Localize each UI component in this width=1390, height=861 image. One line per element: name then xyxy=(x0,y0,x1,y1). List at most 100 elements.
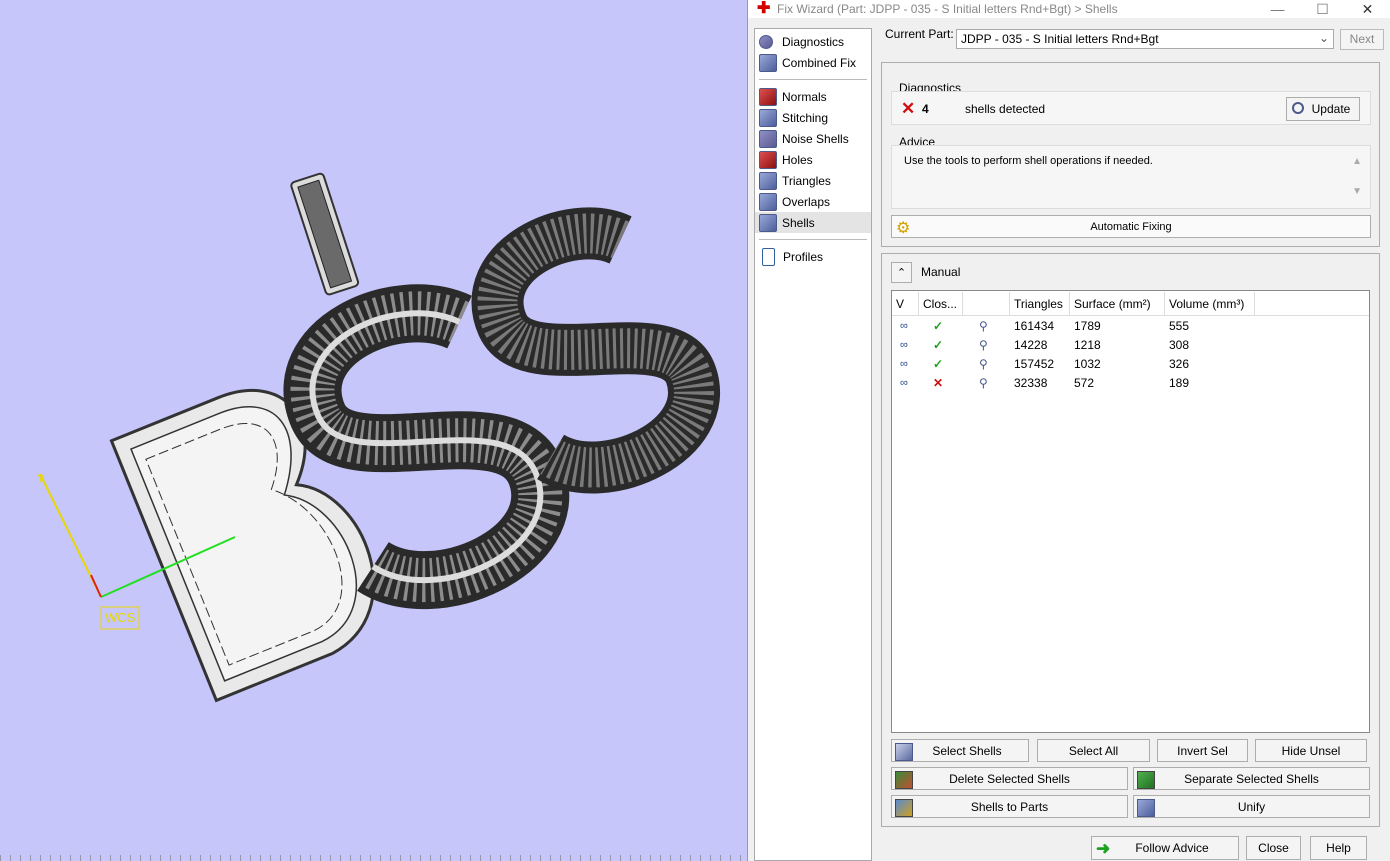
current-part-value: JDPP - 035 - S Initial letters Rnd+Bgt xyxy=(961,32,1159,46)
separate-shells-icon xyxy=(1137,771,1155,789)
green-arrow-icon: ➜ xyxy=(1096,839,1111,858)
volume-cell: 308 xyxy=(1169,337,1190,352)
automatic-fixing-button[interactable]: ⚙ Automatic Fixing xyxy=(891,215,1371,238)
nav-label: Triangles xyxy=(782,173,831,188)
next-button[interactable]: Next xyxy=(1340,29,1384,50)
hide-unsel-label: Hide Unsel xyxy=(1281,743,1341,758)
advice-box: Use the tools to perform shell operation… xyxy=(891,145,1371,209)
zoom-to-shell-icon[interactable]: ⚲ xyxy=(963,376,1010,390)
nav-item-triangles[interactable]: Triangles xyxy=(755,170,871,191)
shell-count: 4 xyxy=(922,102,929,116)
visibility-toggle-icon[interactable]: ∞ xyxy=(892,377,919,389)
unify-button[interactable]: Unify xyxy=(1133,795,1370,818)
fix-wizard-window: ✚ Fix Wizard (Part: JDPP - 035 - S Initi… xyxy=(747,0,1390,861)
visibility-toggle-icon[interactable]: ∞ xyxy=(892,339,919,351)
window-title: Fix Wizard (Part: JDPP - 035 - S Initial… xyxy=(777,2,1118,16)
stitching-icon xyxy=(759,108,777,127)
follow-advice-label: Follow Advice xyxy=(1135,841,1209,855)
shells-to-parts-button[interactable]: Shells to Parts xyxy=(891,795,1128,818)
model-render: Y xyxy=(37,172,720,703)
update-button[interactable]: Update xyxy=(1286,97,1360,121)
triangles-cell: 157452 xyxy=(1014,356,1055,371)
nav-item-combined-fix[interactable]: Combined Fix xyxy=(755,52,871,73)
shells-table[interactable]: V Clos... Triangles Surface (mm²) Volume… xyxy=(891,290,1370,733)
nav-item-normals[interactable]: Normals xyxy=(755,86,871,107)
nav-label: Combined Fix xyxy=(782,55,857,70)
unify-icon xyxy=(1137,799,1155,817)
invert-sel-button[interactable]: Invert Sel xyxy=(1157,739,1248,762)
double-chevron-up-icon: ⌃ xyxy=(896,267,907,279)
noise-shells-icon xyxy=(759,129,777,148)
zoom-to-shell-icon[interactable]: ⚲ xyxy=(963,319,1010,333)
document-icon xyxy=(762,247,775,266)
close-window-button[interactable]: ✕ xyxy=(1345,1,1390,18)
fix-nav-panel: Diagnostics Combined Fix Normals Stitchi… xyxy=(754,28,872,861)
3d-viewport[interactable]: Y WCS xyxy=(0,0,747,861)
nav-item-holes[interactable]: Holes xyxy=(755,149,871,170)
surface-cell: 572 xyxy=(1074,375,1095,390)
select-shells-label: Select Shells xyxy=(932,743,1002,758)
table-header: V Clos... Triangles Surface (mm²) Volume… xyxy=(892,292,1369,316)
separate-selected-shells-button[interactable]: Separate Selected Shells xyxy=(1133,767,1370,790)
diagnostics-status: shells detected xyxy=(965,102,1046,116)
hide-unsel-button[interactable]: Hide Unsel xyxy=(1255,739,1367,762)
visibility-toggle-icon[interactable]: ∞ xyxy=(892,358,919,370)
visibility-toggle-icon[interactable]: ∞ xyxy=(892,320,919,332)
current-part-select[interactable]: JDPP - 035 - S Initial letters Rnd+Bgt ⌄ xyxy=(956,29,1334,49)
select-shells-button[interactable]: Select Shells xyxy=(891,739,1029,762)
nav-label: Holes xyxy=(782,152,813,167)
col-zoom[interactable] xyxy=(963,292,1010,315)
col-surface[interactable]: Surface (mm²) xyxy=(1070,292,1165,315)
table-body: ∞ ✓ ⚲ 161434 1789 555 ∞ ✓ ⚲ 14228 1218 308 ∞ ✓ ⚲ 157452… xyxy=(892,316,1369,392)
zoom-to-shell-icon[interactable]: ⚲ xyxy=(963,338,1010,352)
collapse-button[interactable]: ⌃ xyxy=(891,262,912,283)
close-button[interactable]: Close xyxy=(1246,836,1301,860)
maximize-button[interactable]: ☐ xyxy=(1300,1,1345,18)
check-icon: ✓ xyxy=(933,356,944,371)
magnifier-icon xyxy=(759,34,773,49)
table-row[interactable]: ∞ ✕ ⚲ 32338 572 189 xyxy=(892,373,1369,392)
svg-text:Y: Y xyxy=(37,473,45,485)
table-row[interactable]: ∞ ✓ ⚲ 161434 1789 555 xyxy=(892,316,1369,335)
shells-to-parts-label: Shells to Parts xyxy=(970,799,1049,814)
nav-item-profiles[interactable]: Profiles xyxy=(755,246,871,267)
select-shells-icon xyxy=(895,743,913,761)
ruler xyxy=(0,855,747,861)
scroll-up-icon[interactable]: ▲ xyxy=(1352,156,1362,167)
nav-label: Diagnostics xyxy=(782,34,845,49)
follow-advice-button[interactable]: ➜ Follow Advice xyxy=(1091,836,1239,860)
nav-item-diagnostics[interactable]: Diagnostics xyxy=(755,31,871,52)
holes-icon xyxy=(759,150,777,169)
check-icon: ✓ xyxy=(933,318,944,333)
triangles-cell: 32338 xyxy=(1014,375,1048,390)
help-button[interactable]: Help xyxy=(1310,836,1367,860)
col-closed[interactable]: Clos... xyxy=(919,292,963,315)
triangles-cell: 161434 xyxy=(1014,318,1055,333)
automatic-fixing-label: Automatic Fixing xyxy=(1090,220,1172,233)
nav-label: Shells xyxy=(782,215,815,230)
select-all-button[interactable]: Select All xyxy=(1037,739,1150,762)
nav-item-shells[interactable]: Shells xyxy=(755,212,871,233)
nav-item-overlaps[interactable]: Overlaps xyxy=(755,191,871,212)
nav-label: Profiles xyxy=(783,249,824,264)
delete-selected-shells-button[interactable]: Delete Selected Shells xyxy=(891,767,1128,790)
diagnostics-panel: Diagnostics ✕ 4 shells detected Update A… xyxy=(881,62,1380,247)
shells-to-parts-icon xyxy=(895,799,913,817)
table-row[interactable]: ∞ ✓ ⚲ 157452 1032 326 xyxy=(892,354,1369,373)
col-visible[interactable]: V xyxy=(892,292,919,315)
table-row[interactable]: ∞ ✓ ⚲ 14228 1218 308 xyxy=(892,335,1369,354)
zoom-to-shell-icon[interactable]: ⚲ xyxy=(963,357,1010,371)
nav-item-stitching[interactable]: Stitching xyxy=(755,107,871,128)
scroll-down-icon[interactable]: ▼ xyxy=(1352,186,1362,197)
check-icon: ✓ xyxy=(933,337,944,352)
nav-divider xyxy=(759,239,867,240)
col-volume[interactable]: Volume (mm³) xyxy=(1165,292,1255,315)
chevron-down-icon: ⌄ xyxy=(1318,31,1329,45)
cube-icon xyxy=(759,53,777,72)
nav-item-noise-shells[interactable]: Noise Shells xyxy=(755,128,871,149)
minimize-button[interactable]: — xyxy=(1255,1,1300,17)
col-triangles[interactable]: Triangles xyxy=(1010,292,1070,315)
surface-cell: 1218 xyxy=(1074,337,1101,352)
nav-divider xyxy=(759,79,867,80)
update-label: Update xyxy=(1311,102,1351,116)
